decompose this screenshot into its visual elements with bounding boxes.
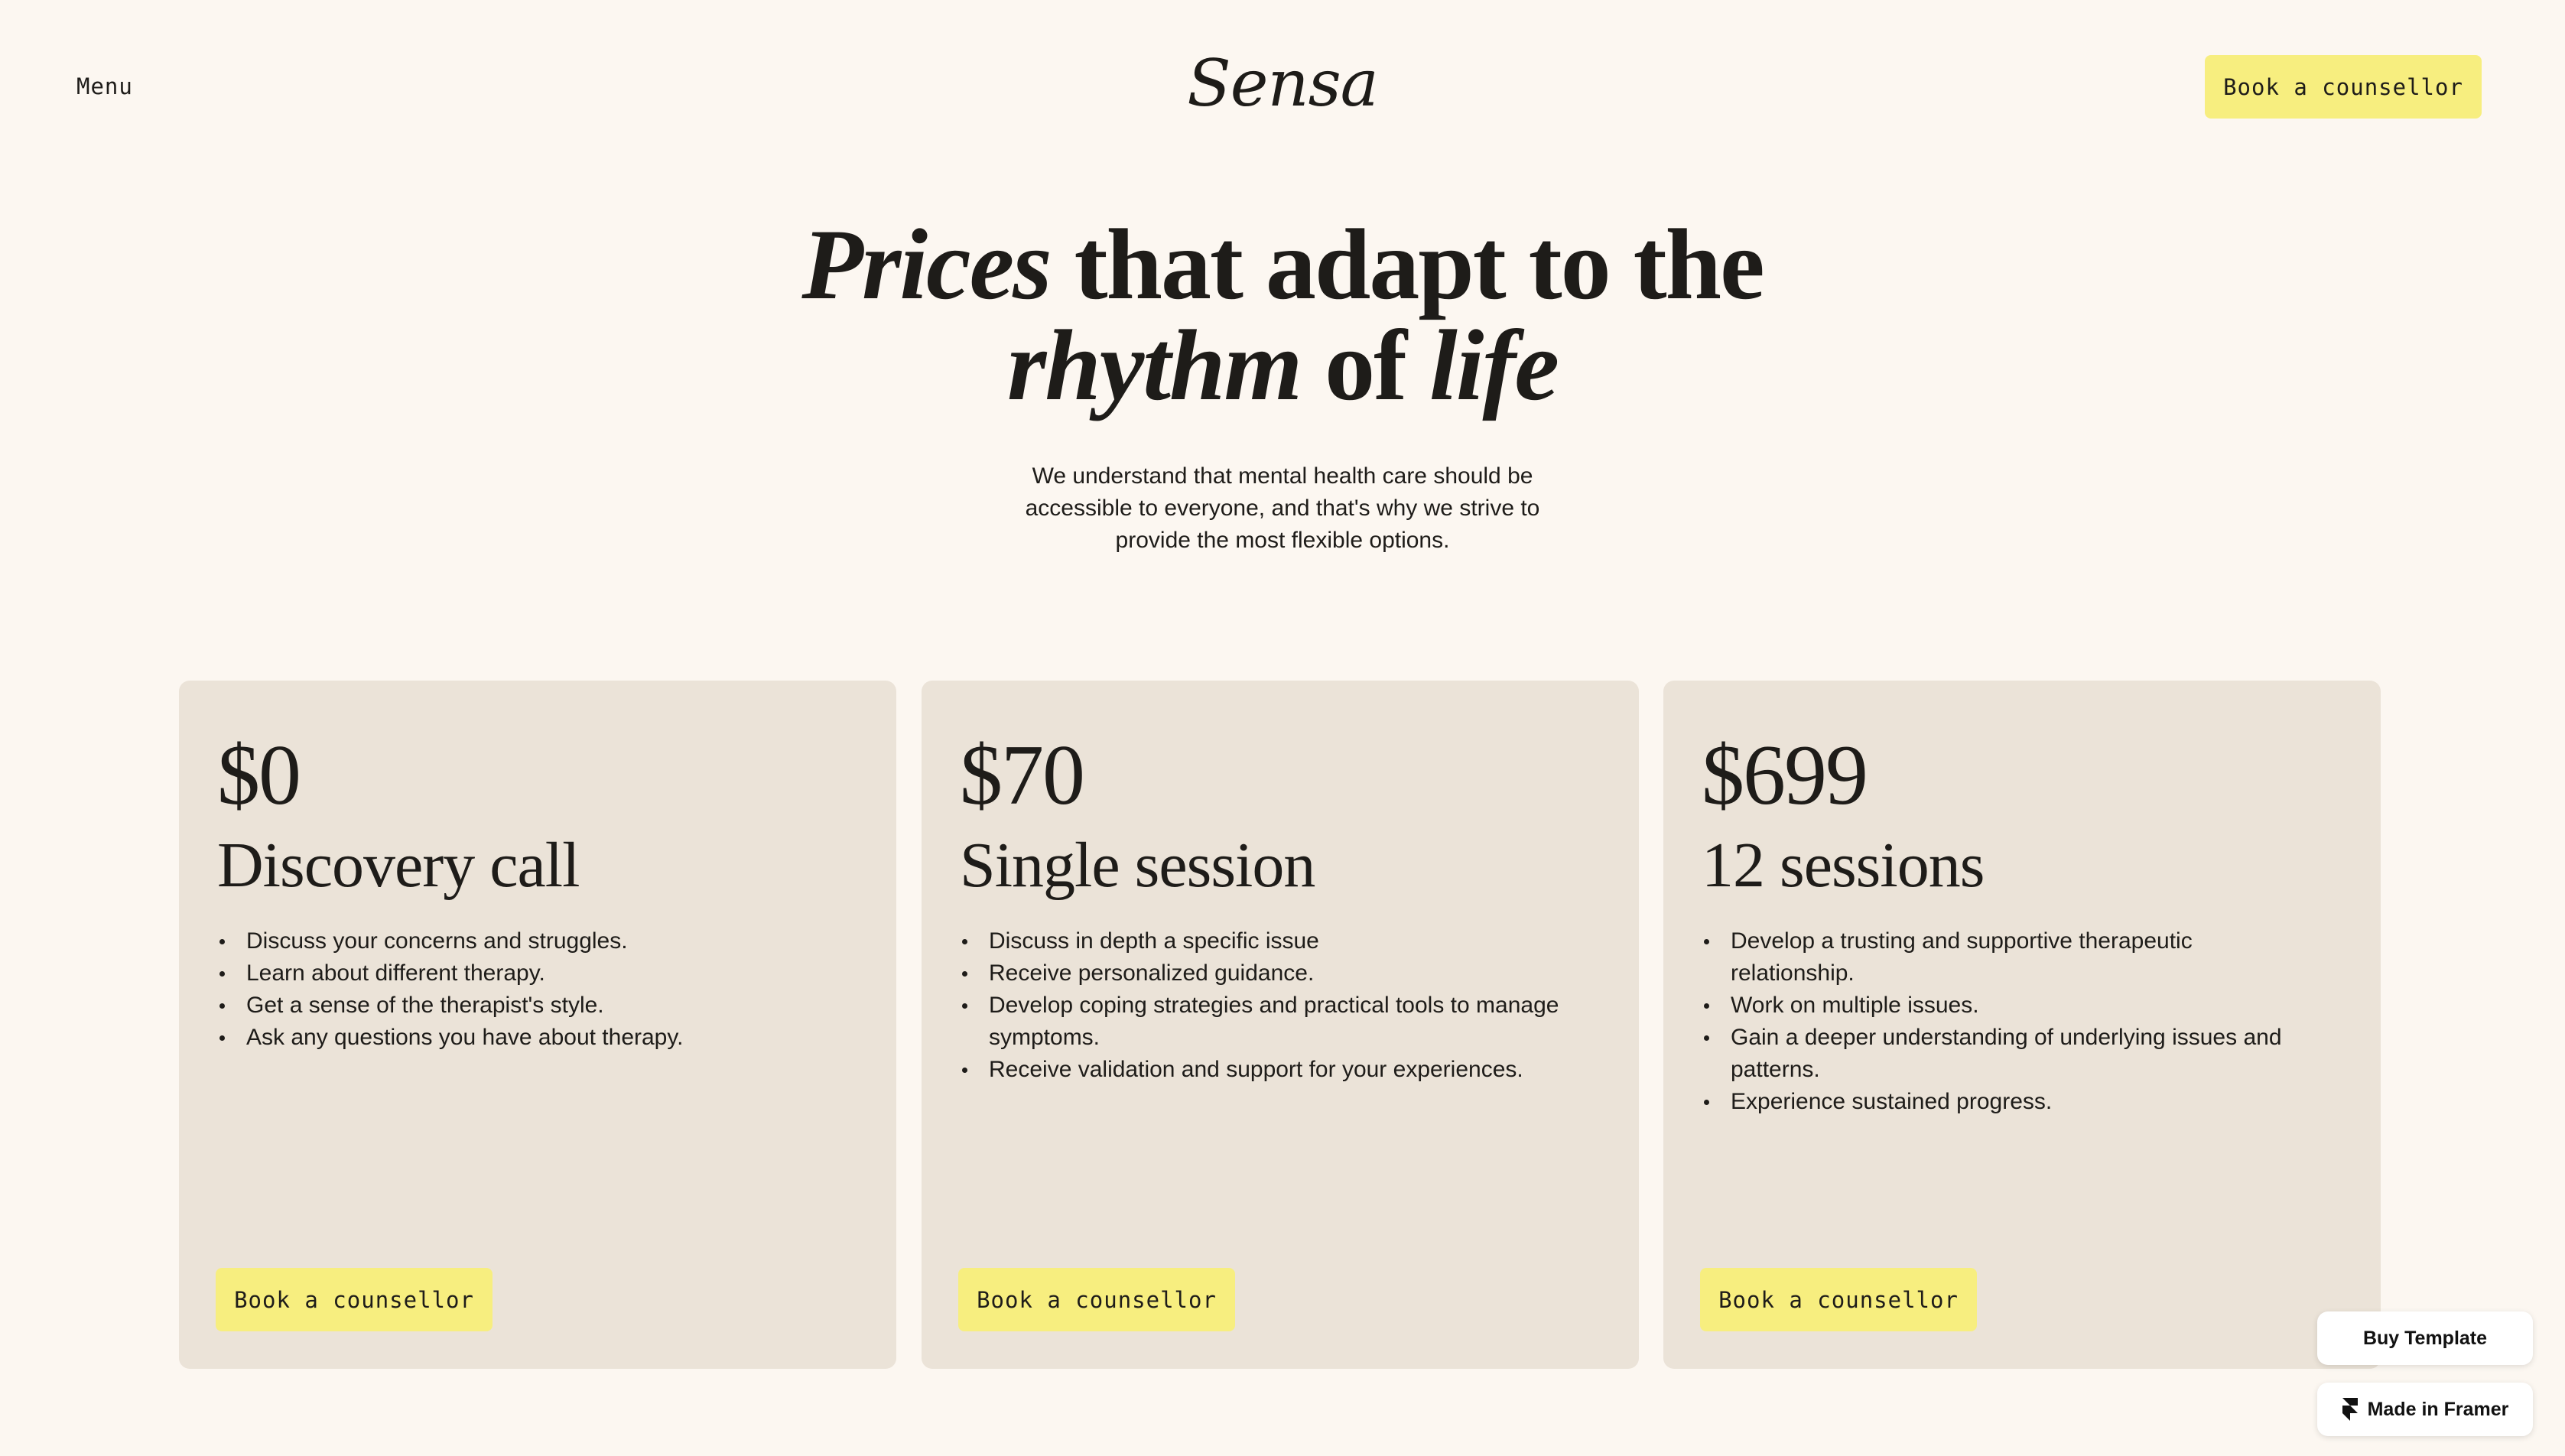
plan-name: 12 sessions <box>1702 830 1985 901</box>
feature-list: Develop a trusting and supportive therap… <box>1702 925 2313 1118</box>
pricing-card-12-sessions: $699 12 sessions Develop a trusting and … <box>1663 681 2381 1369</box>
feature-item: Receive validation and support for your … <box>960 1054 1572 1086</box>
feature-item: Ask any questions you have about therapy… <box>217 1022 829 1054</box>
book-counsellor-button[interactable]: Book a counsellor <box>216 1268 493 1331</box>
feature-item: Experience sustained progress. <box>1702 1086 2313 1118</box>
logo[interactable]: Sensa <box>0 46 2565 121</box>
feature-item: Develop coping strategies and practical … <box>960 990 1572 1054</box>
feature-item: Learn about different therapy. <box>217 957 829 990</box>
book-counsellor-button[interactable]: Book a counsellor <box>1700 1268 1977 1331</box>
plan-price: $70 <box>960 728 1085 823</box>
feature-list: Discuss in depth a specific issue Receiv… <box>960 925 1572 1086</box>
title-word-rhythm: rhythm <box>1006 309 1302 421</box>
feature-item: Develop a trusting and supportive therap… <box>1702 925 2313 990</box>
pricing-card-discovery: $0 Discovery call Discuss your concerns … <box>179 681 896 1369</box>
plan-name: Discovery call <box>217 830 580 901</box>
page-subtitle: We understand that mental health care sh… <box>1025 463 1540 553</box>
book-counsellor-button[interactable]: Book a counsellor <box>958 1268 1235 1331</box>
title-word-life: life <box>1429 309 1559 421</box>
pricing-page: Menu Sensa Book a counsellor Prices that… <box>0 0 2565 1456</box>
title-part-1: that adapt to the <box>1050 208 1765 320</box>
framer-logo-icon <box>2342 1398 2358 1421</box>
plan-price: $0 <box>217 728 301 823</box>
title-word-prices: Prices <box>801 208 1052 320</box>
title-part-2: of <box>1301 309 1430 421</box>
feature-item: Work on multiple issues. <box>1702 990 2313 1022</box>
buy-template-label: Buy Template <box>2362 1327 2488 1349</box>
feature-item: Gain a deeper understanding of underlyin… <box>1702 1022 2313 1086</box>
buy-template-button[interactable]: Buy Template <box>2317 1311 2533 1365</box>
feature-item: Discuss your concerns and struggles. <box>217 925 829 957</box>
made-in-framer-label: Made in Framer <box>2367 1398 2509 1420</box>
pricing-card-single-session: $70 Single session Discuss in depth a sp… <box>922 681 1639 1369</box>
plan-price: $699 <box>1702 728 1868 823</box>
feature-list: Discuss your concerns and struggles. Lea… <box>217 925 829 1054</box>
feature-item: Discuss in depth a specific issue <box>960 925 1572 957</box>
made-in-framer-button[interactable]: Made in Framer <box>2317 1383 2533 1436</box>
page-title: Prices that adapt to the rhythm of life <box>0 214 2565 416</box>
feature-item: Receive personalized guidance. <box>960 957 1572 990</box>
book-counsellor-button-header[interactable]: Book a counsellor <box>2205 55 2482 119</box>
feature-item: Get a sense of the therapist's style. <box>217 990 829 1022</box>
plan-name: Single session <box>960 830 1315 901</box>
